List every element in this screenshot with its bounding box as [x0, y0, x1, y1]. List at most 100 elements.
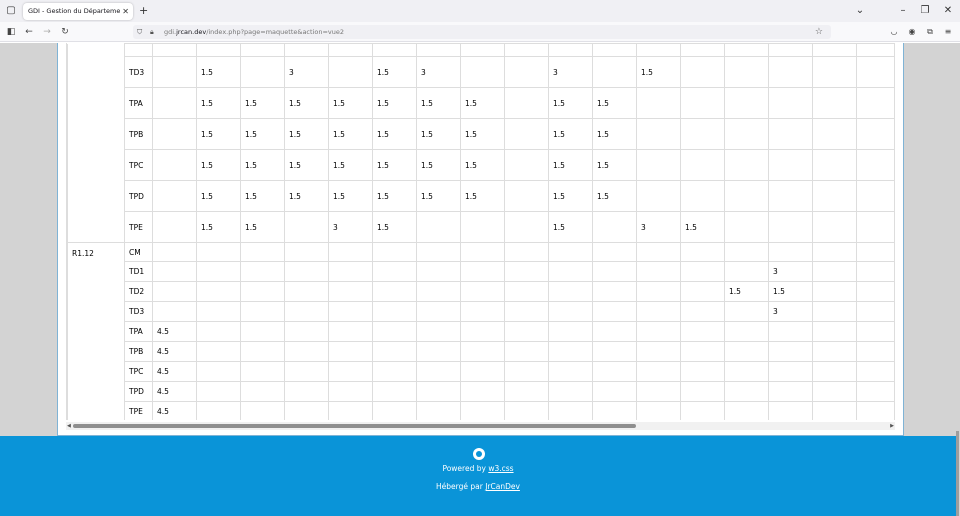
hours-cell	[724, 381, 769, 402]
hours-cell: 1.5	[372, 118, 417, 150]
hours-cell: 1.5	[196, 211, 241, 243]
browser-tab[interactable]: GDI - Gestion du Département Info ✕	[23, 3, 133, 20]
hours-cell	[592, 341, 637, 362]
sidebar-toggle-icon[interactable]: ◧	[4, 25, 18, 39]
hours-cell	[196, 341, 241, 362]
hours-cell: 1.5	[196, 149, 241, 181]
hours-cell	[724, 87, 769, 119]
module-cell	[67, 401, 125, 420]
hours-cell	[152, 149, 197, 181]
table-row	[67, 43, 894, 57]
hours-cell	[328, 56, 373, 88]
hours-cell	[768, 180, 813, 212]
hours-cell	[284, 361, 329, 382]
hours-cell	[592, 381, 637, 402]
module-cell: R1.12	[67, 242, 125, 262]
browser-tab-bar: ▢ GDI - Gestion du Département Info ✕ + …	[0, 0, 960, 22]
scroll-left-icon[interactable]: ◀	[67, 422, 71, 430]
hours-cell: 1.5	[240, 118, 285, 150]
hours-cell	[768, 211, 813, 243]
tab-list-icon[interactable]: ▢	[5, 5, 17, 17]
hours-cell	[724, 180, 769, 212]
url-prefix: gdi.	[164, 28, 177, 36]
lock-icon[interactable]: 🔒︎	[150, 25, 154, 39]
group-cell: TPD	[124, 381, 153, 402]
back-icon[interactable]: ←	[22, 25, 36, 39]
table-row: TPB 1.5 1.5 1.5 1.5 1.5 1.5 1.5 1.5 1.5	[67, 118, 894, 150]
hours-cell: 1.5	[724, 281, 769, 302]
pocket-icon[interactable]: ◡	[887, 25, 901, 39]
hours-cell: 1.5	[372, 56, 417, 88]
jrcandev-link[interactable]: JrCanDev	[485, 482, 520, 491]
hours-cell	[856, 301, 894, 322]
hours-cell	[152, 242, 197, 262]
hours-cell: 1.5	[328, 180, 373, 212]
hours-cell	[636, 301, 681, 322]
hours-cell	[504, 211, 549, 243]
hours-cell	[636, 87, 681, 119]
close-tab-icon[interactable]: ✕	[122, 3, 129, 20]
table-row: TPA 4.5	[67, 321, 894, 342]
hours-cell	[548, 301, 593, 322]
hours-cell	[856, 118, 894, 150]
hours-cell	[152, 180, 197, 212]
hours-cell	[592, 56, 637, 88]
hours-cell	[636, 43, 681, 57]
address-bar[interactable]: ⛉ 🔒︎ gdi.jrcan.dev/index.php?page=maquet…	[133, 25, 831, 39]
hours-cell	[284, 301, 329, 322]
hours-cell	[372, 242, 417, 262]
github-icon[interactable]	[473, 448, 485, 460]
hours-cell	[856, 56, 894, 88]
table-row: TPB 4.5	[67, 341, 894, 362]
hours-cell	[680, 242, 725, 262]
url-text[interactable]: gdi.jrcan.dev/index.php?page=maquette&ac…	[164, 25, 344, 39]
hours-cell	[196, 43, 241, 57]
bookmark-star-icon[interactable]: ☆	[815, 25, 823, 39]
hours-cell	[680, 401, 725, 420]
scrollbar-thumb[interactable]	[73, 424, 636, 428]
hours-cell	[592, 211, 637, 243]
hours-cell	[856, 180, 894, 212]
hours-cell	[592, 361, 637, 382]
hours-cell	[856, 211, 894, 243]
hours-cell	[372, 401, 417, 420]
hours-cell	[328, 361, 373, 382]
hours-cell	[768, 87, 813, 119]
scroll-right-icon[interactable]: ▶	[890, 422, 894, 430]
horizontal-scrollbar[interactable]: ◀ ▶	[66, 422, 895, 430]
minimize-icon[interactable]: –	[896, 3, 910, 19]
hours-cell	[680, 149, 725, 181]
restore-icon[interactable]: ❐	[918, 3, 932, 19]
new-tab-icon[interactable]: +	[139, 3, 148, 19]
hours-cell	[504, 401, 549, 420]
module-cell	[67, 149, 125, 181]
hours-cell	[856, 361, 894, 382]
table-scroll-container[interactable]: TD3 1.5 3 1.5 3 3 1.5 TPA 1.5 1.5 1.5 1.5 1.5 1.5 1.5 1…	[66, 43, 895, 420]
hours-cell	[504, 321, 549, 342]
hours-cell	[416, 242, 461, 262]
reload-icon[interactable]: ↻	[58, 25, 72, 39]
account-icon[interactable]: ◉	[905, 25, 919, 39]
hours-cell	[240, 242, 285, 262]
close-window-icon[interactable]: ✕	[941, 3, 955, 19]
group-cell: CM	[124, 242, 153, 262]
hours-cell	[548, 43, 593, 57]
hours-cell	[328, 281, 373, 302]
hours-cell	[504, 118, 549, 150]
hours-cell: 1.5	[328, 118, 373, 150]
shield-icon[interactable]: ⛉	[137, 25, 142, 39]
chevron-down-icon[interactable]: ⌄	[853, 3, 867, 19]
extensions-icon[interactable]: ⧉	[923, 25, 937, 39]
hours-cell: 1.5	[284, 118, 329, 150]
vertical-scrollbar[interactable]	[956, 431, 959, 516]
hours-cell	[680, 301, 725, 322]
hours-cell	[680, 341, 725, 362]
group-cell: TD1	[124, 261, 153, 282]
w3css-link[interactable]: w3.css	[488, 464, 513, 473]
menu-icon[interactable]: ≡	[941, 25, 955, 39]
forward-icon[interactable]: →	[40, 25, 54, 39]
hours-cell: 1.5	[328, 149, 373, 181]
module-cell	[67, 381, 125, 402]
hours-cell	[240, 321, 285, 342]
group-cell: TPB	[124, 118, 153, 150]
